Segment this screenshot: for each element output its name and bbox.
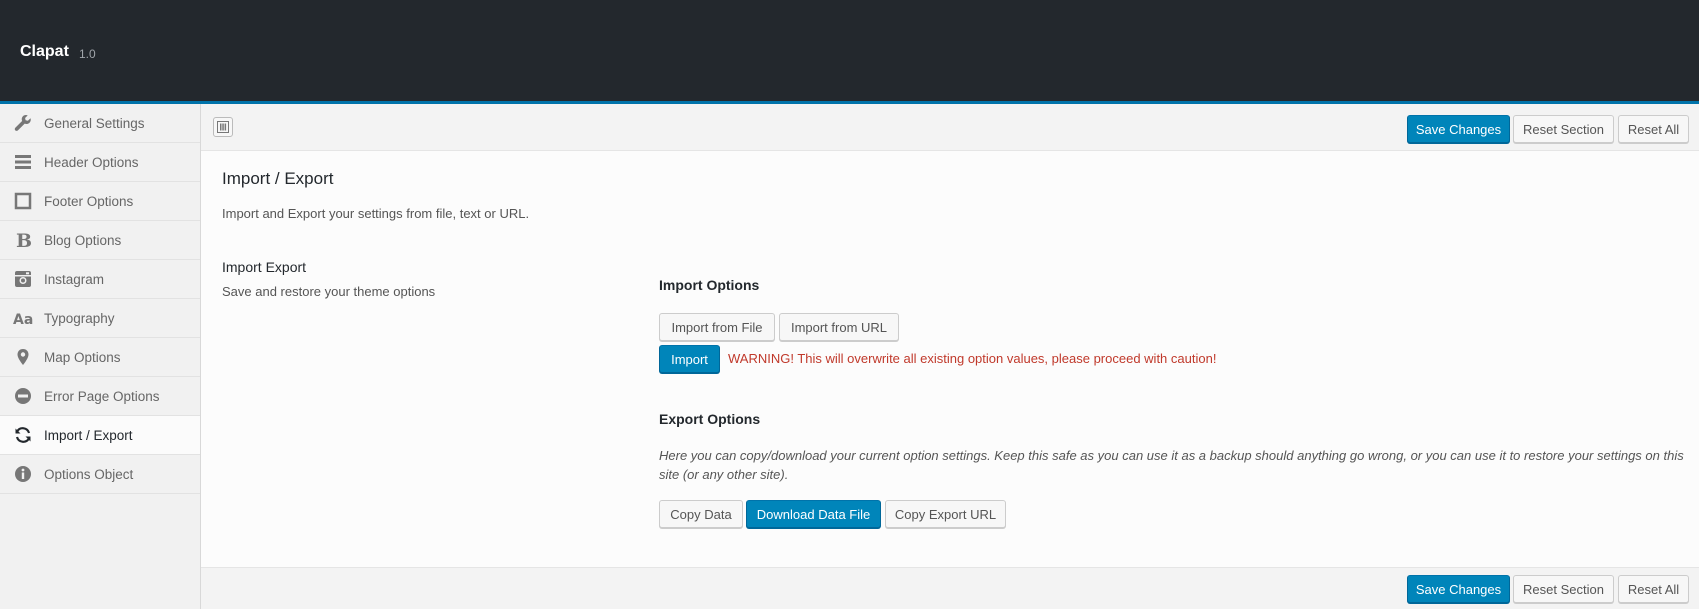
copy-export-url-button[interactable]: Copy Export URL: [885, 500, 1006, 528]
map-marker-icon: [12, 346, 34, 368]
sidebar-item-error-page-options[interactable]: Error Page Options: [0, 377, 200, 416]
sidebar: General Settings Header Options Footer O…: [0, 104, 201, 609]
copy-data-button[interactable]: Copy Data: [659, 500, 743, 528]
sidebar-item-header-options[interactable]: Header Options: [0, 143, 200, 182]
sidebar-item-label: Header Options: [44, 154, 139, 170]
import-button[interactable]: Import: [659, 345, 720, 373]
page-title: Import / Export: [222, 169, 334, 188]
square-outline-icon: [12, 190, 34, 212]
top-toolbar: Save Changes Reset Section Reset All: [201, 104, 1699, 151]
sidebar-item-typography[interactable]: Aa Typography: [0, 299, 200, 338]
download-data-file-button[interactable]: Download Data File: [746, 500, 881, 528]
main-content: Save Changes Reset Section Reset All Imp…: [201, 104, 1699, 609]
save-changes-button[interactable]: Save Changes: [1407, 575, 1510, 603]
sidebar-item-label: Blog Options: [44, 232, 122, 248]
bold-b-icon: B: [12, 229, 34, 251]
sidebar-item-options-object[interactable]: Options Object: [0, 455, 200, 494]
sidebar-item-label: Error Page Options: [44, 388, 160, 404]
menu-lines-icon: [12, 151, 34, 173]
sidebar-item-footer-options[interactable]: Footer Options: [0, 182, 200, 221]
instagram-icon: [12, 268, 34, 290]
app-title: Clapat: [20, 43, 69, 60]
sidebar-item-label: Options Object: [44, 466, 134, 482]
import-options-heading: Import Options: [659, 277, 760, 293]
bottom-toolbar: Save Changes Reset Section Reset All: [201, 567, 1699, 609]
sidebar-item-label: Typography: [44, 310, 115, 326]
app-header: Clapat 1.0: [0, 0, 1699, 104]
field-subtitle: Save and restore your theme options: [222, 284, 436, 299]
sidebar-item-label: Import / Export: [44, 427, 133, 443]
info-circle-icon: [12, 463, 34, 485]
import-warning: WARNING! This will overwrite all existin…: [728, 351, 1217, 366]
reset-all-button[interactable]: Reset All: [1618, 575, 1689, 603]
font-aa-icon: Aa: [12, 307, 34, 329]
sidebar-item-map-options[interactable]: Map Options: [0, 338, 200, 377]
columns-icon: [217, 121, 229, 133]
reset-all-button[interactable]: Reset All: [1618, 115, 1689, 143]
sidebar-item-label: Instagram: [44, 271, 105, 287]
sidebar-item-label: Map Options: [44, 349, 121, 365]
save-changes-button[interactable]: Save Changes: [1407, 115, 1510, 143]
sidebar-item-blog-options[interactable]: B Blog Options: [0, 221, 200, 260]
sidebar-item-import-export[interactable]: Import / Export: [0, 416, 200, 455]
sidebar-item-label: Footer Options: [44, 193, 134, 209]
sidebar-item-label: General Settings: [44, 115, 145, 131]
expand-options-button[interactable]: [213, 117, 233, 137]
import-from-url-button[interactable]: Import from URL: [779, 313, 899, 341]
refresh-icon: [12, 424, 34, 446]
wrench-icon: [12, 112, 34, 134]
app-version: 1.0: [79, 47, 96, 61]
svg-text:B: B: [16, 230, 32, 250]
sidebar-item-general-settings[interactable]: General Settings: [0, 104, 200, 143]
svg-text:Aa: Aa: [13, 312, 33, 327]
field-title: Import Export: [222, 259, 307, 275]
export-description: Here you can copy/download your current …: [659, 448, 1684, 482]
reset-section-button[interactable]: Reset Section: [1513, 575, 1614, 603]
reset-section-button[interactable]: Reset Section: [1513, 115, 1614, 143]
minus-circle-icon: [12, 385, 34, 407]
export-options-heading: Export Options: [659, 411, 761, 427]
import-from-file-button[interactable]: Import from File: [659, 313, 775, 341]
sidebar-item-instagram[interactable]: Instagram: [0, 260, 200, 299]
section-description: Import and Export your settings from fil…: [222, 206, 530, 221]
